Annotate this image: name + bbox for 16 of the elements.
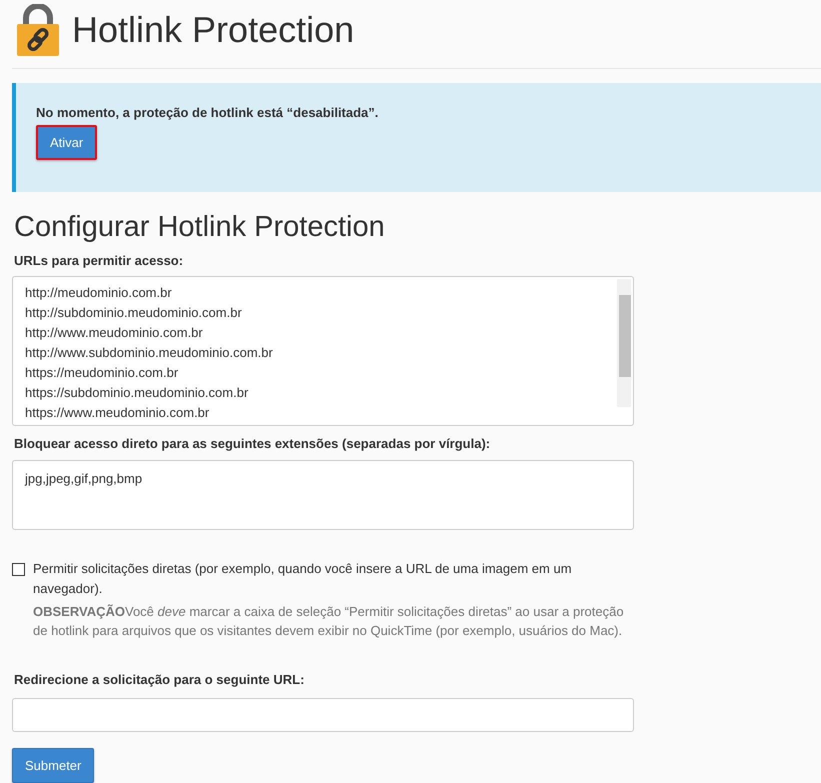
checkbox[interactable] — [12, 563, 25, 576]
padlock-link-icon — [16, 4, 60, 56]
field-label: Redirecione a solicitação para o seguinte URL: — [14, 671, 306, 690]
checkbox-label: Permitir solicitações diretas (por exemplo, quando você insere a URL de uma imagem em um navegador). — [33, 560, 573, 598]
page-title: Hotlink Protection — [72, 8, 354, 52]
note-text: OBSERVAÇÃOVocê deve marcar a caixa de seleção “Permitir solicitações diretas” ao usar a proteção de hotlink para arquivos que os visitantes devem exibir no QuickTime (por exemplo, usuários do Mac). — [33, 603, 625, 640]
field-label: URLs para permitir acesso: — [14, 252, 184, 270]
activate-button[interactable]: Ativar — [36, 124, 98, 160]
field-label: Bloquear acesso direto para as seguintes extensões (separadas por vírgula): — [14, 435, 492, 454]
submit-button[interactable]: Submeter — [12, 748, 94, 783]
section-title: Configurar Hotlink Protection — [14, 210, 386, 245]
scrollbar[interactable] — [617, 279, 631, 408]
redirect-url-field[interactable] — [12, 698, 634, 732]
alert-message: No momento, a proteção de hotlink está “desabilitada”. — [36, 104, 380, 122]
url-textarea[interactable]: http://meudominio.com.br http://subdominio.meudominio.com.br http://www.meudominio.com.br http://www.subdominio.meudominio.com.br https://meudominio.com.br https://subdominio.meudominio.com.br https://www.meudominio.com.br — [12, 276, 634, 426]
extensions-textarea[interactable]: jpg,jpeg,gif,png,bmp — [12, 460, 634, 530]
